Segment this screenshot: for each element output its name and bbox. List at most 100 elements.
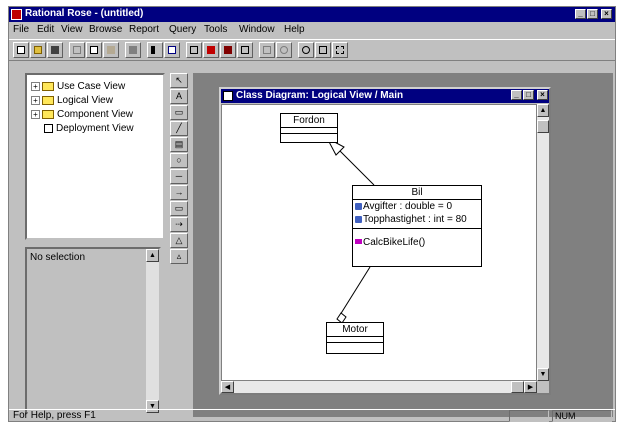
class-fordon[interactable]: Fordon [280,113,338,143]
minimize-button[interactable]: _ [575,9,586,19]
documentation-icon[interactable] [164,42,180,58]
scroll-left-icon[interactable]: ◀ [221,381,234,393]
class-motor[interactable]: Motor [326,322,384,354]
scroll-right-icon[interactable]: ▶ [524,381,537,393]
new-icon[interactable] [13,42,29,58]
tree-item-logical-view[interactable]: + Logical View [31,95,113,108]
open-icon[interactable] [30,42,46,58]
scroll-down-icon[interactable]: ▼ [537,368,549,381]
text-box-icon[interactable]: A [170,89,188,104]
menu-view[interactable]: View [61,24,83,35]
unidirectional-association-icon[interactable]: → [170,185,188,200]
tree-item-deployment-view[interactable]: Deployment View [31,123,134,136]
print-icon[interactable] [125,42,141,58]
expand-icon[interactable]: + [31,110,40,119]
folder-icon [42,96,54,105]
attribute-icon [355,216,362,223]
browse-icon[interactable] [186,42,202,58]
attribute[interactable]: Avgifter : double = 0 [353,201,481,214]
menu-query[interactable]: Query [169,24,196,35]
zoom-out-icon[interactable] [298,42,314,58]
diagram-toolbox: ↖ A ▭ ╱ ▤ ○ ─ → ▭ ⇢ △ ▵ [169,73,189,269]
mdi-workspace: Class Diagram: Logical View / Main _ □ ×… [193,73,613,417]
copy-icon[interactable] [86,42,102,58]
diagram-canvas[interactable]: Fordon Bil Avgifter : double = 0 Topphas… [221,104,537,381]
close-button[interactable]: × [601,9,612,19]
forward-icon[interactable] [259,42,275,58]
diagram-maximize-button[interactable]: □ [523,90,534,100]
scroll-up-icon[interactable]: ▲ [146,249,159,262]
class-bil[interactable]: Bil Avgifter : double = 0 Topphastighet … [352,185,482,267]
realize-icon[interactable]: ▵ [170,249,188,264]
menu-browse[interactable]: Browse [89,24,122,35]
status-bar: For Help, press F1 NUM [9,409,615,422]
interface-icon[interactable]: ○ [170,153,188,168]
menu-help[interactable]: Help [284,24,305,35]
class-icon[interactable]: ▤ [170,137,188,152]
fit-window-icon[interactable] [315,42,331,58]
class-name: Bil [353,186,481,200]
class-diagram-window[interactable]: Class Diagram: Logical View / Main _ □ ×… [219,87,551,395]
menu-window[interactable]: Window [239,24,275,35]
context-help-icon[interactable] [147,42,163,58]
anchor-note-icon[interactable]: ╱ [170,121,188,136]
aggregation-line[interactable] [339,266,371,316]
folder-icon [42,110,54,119]
association-icon[interactable]: ─ [170,169,188,184]
delete-icon[interactable] [203,42,219,58]
undo-icon[interactable] [220,42,236,58]
title-bar[interactable]: Rational Rose - (untitled) _ □ × [9,7,615,22]
deployment-icon [44,124,53,133]
status-cell-empty [509,410,549,422]
diagram-icon[interactable] [223,91,233,101]
package-icon[interactable]: ▭ [170,201,188,216]
diagram-minimize-button[interactable]: _ [511,90,522,100]
folder-icon [42,82,54,91]
back-icon[interactable] [237,42,253,58]
documentation-text: No selection [30,252,86,263]
scroll-up-icon[interactable]: ▲ [537,104,549,117]
documentation-pane[interactable]: No selection ▲ ▼ [25,247,161,415]
menu-tools[interactable]: Tools [204,24,227,35]
selection-arrow-icon[interactable]: ↖ [170,73,188,88]
diagram-window-title: Class Diagram: Logical View / Main [236,90,404,101]
generalization-icon[interactable]: △ [170,233,188,248]
window-title: Rational Rose - (untitled) [25,8,144,19]
documentation-scrollbar[interactable]: ▲ ▼ [146,249,159,413]
operations-compartment: CalcBikeLife() [353,229,481,250]
class-name: Motor [327,323,383,337]
rose-app-icon[interactable] [11,9,22,20]
dependency-icon[interactable]: ⇢ [170,217,188,232]
cut-icon[interactable] [69,42,85,58]
diagram-close-button[interactable]: × [537,90,548,100]
tree-item-component-view[interactable]: + Component View [31,109,133,122]
operation[interactable]: CalcBikeLife() [353,237,481,250]
toolbar [9,39,615,61]
menu-bar: File Edit View Browse Report Query Tools… [9,23,615,38]
expand-icon[interactable]: + [31,96,40,105]
expand-icon[interactable]: + [31,82,40,91]
diagram-horizontal-scrollbar[interactable]: ◀ ▶ [221,381,537,393]
menu-report[interactable]: Report [129,24,159,35]
rational-rose-window: Rational Rose - (untitled) _ □ × File Ed… [8,6,616,422]
menu-file[interactable]: File [13,24,29,35]
maximize-button[interactable]: □ [587,9,598,19]
menu-edit[interactable]: Edit [37,24,54,35]
scroll-thumb[interactable] [537,120,549,133]
diagram-title-bar[interactable]: Class Diagram: Logical View / Main _ □ × [221,89,549,103]
undo-fit-icon[interactable] [332,42,348,58]
operation-icon [355,239,362,244]
status-help-text: For Help, press F1 [13,410,96,421]
attribute[interactable]: Topphastighet : int = 80 [353,214,481,227]
save-icon[interactable] [47,42,63,58]
zoom-in-icon[interactable] [276,42,292,58]
diagram-vertical-scrollbar[interactable]: ▲ ▼ [537,104,549,381]
tree-item-use-case-view[interactable]: + Use Case View [31,81,125,94]
browser-tree[interactable]: + Use Case View + Logical View + Component … [25,73,165,240]
note-icon[interactable]: ▭ [170,105,188,120]
paste-icon[interactable] [103,42,119,58]
status-num: NUM [552,410,612,422]
attributes-compartment: Avgifter : double = 0 Topphastighet : in… [353,200,481,229]
class-name: Fordon [281,114,337,128]
scroll-thumb[interactable] [511,381,524,393]
